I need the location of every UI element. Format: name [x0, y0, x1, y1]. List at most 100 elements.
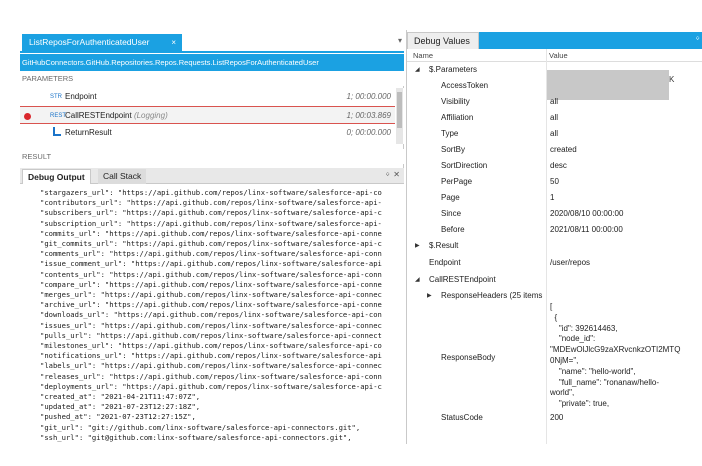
tree-node-responsebody[interactable]: ResponseBody [407, 350, 702, 366]
output-line: "contents_url": "https://api.github.com/… [40, 269, 382, 279]
document-tab[interactable]: ListReposForAuthenticatedUser × [22, 34, 182, 51]
node-label: $.Result [429, 241, 459, 250]
step-label: CallRESTEndpoint [65, 111, 132, 120]
steps-scrollbar-thumb[interactable] [397, 92, 402, 128]
output-line: "stargazers_url": "https://api.github.co… [40, 188, 382, 197]
node-label: $.Parameters [429, 65, 478, 74]
param-row-visibility[interactable]: Visibility all [407, 94, 702, 110]
debug-values-pane: Debug Values ᛜ Name Value ◢ $.Parameters… [406, 30, 702, 444]
param-value: all [550, 97, 559, 106]
param-value: 2021/08/11 00:00:00 [550, 225, 623, 234]
tab-underline [20, 51, 404, 53]
param-row-perpage[interactable]: PerPage 50 [407, 174, 702, 190]
debug-tabstrip: Debug Output Call Stack ᛜ ✕ [20, 168, 404, 184]
tree-node-callrestendpoint[interactable]: ◢ CallRESTEndpoint [407, 272, 702, 288]
output-line: "git_commits_url": "https://api.github.c… [40, 239, 382, 249]
step-label: Endpoint [65, 92, 97, 101]
output-line: "pushed_at": "2021-07-23T12:27:15Z", [40, 412, 196, 422]
column-header-value[interactable]: Value [549, 49, 568, 62]
node-value: 200 [550, 413, 564, 422]
param-name: Page [441, 193, 460, 202]
param-name: PerPage [441, 177, 473, 186]
collapsed-caret-icon[interactable]: ▶ [415, 238, 420, 254]
pin-icon[interactable]: ᛜ [385, 170, 390, 179]
string-type-icon: STR [50, 94, 62, 100]
logging-tag: (Logging) [133, 111, 168, 120]
step-time: 0; 00:00.000 [346, 128, 391, 137]
output-line: "compare_url": "https://api.github.com/r… [40, 279, 382, 289]
step-time: 1; 00:00.000 [346, 92, 391, 101]
tab-call-stack[interactable]: Call Stack [98, 169, 147, 184]
breakpoint-icon[interactable] [24, 113, 31, 120]
param-name: AccessToken [441, 81, 489, 90]
close-icon[interactable]: × [171, 34, 176, 51]
output-line: "deployments_url": "https://api.github.c… [40, 381, 382, 391]
tab-debug-output[interactable]: Debug Output [22, 169, 91, 184]
tree-node-statuscode[interactable]: StatusCode 200 [407, 410, 702, 426]
node-value: /user/repos [550, 258, 591, 267]
expanded-caret-icon[interactable]: ◢ [415, 272, 420, 288]
output-line: "pulls_url": "https://api.github.com/rep… [40, 330, 382, 340]
output-line: "comments_url": "https://api.github.com/… [40, 249, 382, 259]
output-line: "merges_url": "https://api.github.com/re… [40, 290, 382, 300]
expanded-caret-icon[interactable]: ◢ [415, 62, 420, 78]
param-value: desc [550, 161, 567, 170]
node-label: Endpoint [429, 258, 461, 267]
document-tabstrip: ListReposForAuthenticatedUser × ▾ [20, 30, 404, 54]
step-row-returnresult[interactable]: ReturnResult 0; 00:00.000 [20, 124, 395, 142]
node-label: StatusCode [441, 413, 483, 422]
debug-output-text: "stargazers_url": "https://api.github.co… [40, 188, 400, 444]
output-line: "archive_url": "https://api.github.com/r… [40, 300, 382, 310]
pin-icon[interactable]: ᛜ [695, 34, 700, 43]
param-row-sortby[interactable]: SortBy created [407, 142, 702, 158]
node-label: CallRESTEndpoint [429, 275, 496, 284]
function-path-bar: GitHubConnectors.GitHub.Repositories.Rep… [20, 54, 404, 71]
param-value: all [550, 129, 559, 138]
tree-node-result[interactable]: ▶ $.Result [407, 238, 702, 254]
param-value: 1 [550, 193, 555, 202]
designer-pane: ListReposForAuthenticatedUser × ▾ GitHub… [20, 30, 404, 444]
param-name: Type [441, 129, 459, 138]
param-name: Affiliation [441, 113, 474, 122]
node-label: ResponseHeaders (25 items [441, 291, 543, 300]
param-value: 2020/08/10 00:00:00 [550, 209, 624, 218]
output-line: "subscription_url": "https://api.github.… [40, 218, 382, 228]
steps-list: STR Endpoint 1; 00:00.000 REST CallRESTE… [20, 88, 404, 144]
step-row-endpoint[interactable]: STR Endpoint 1; 00:00.000 [20, 88, 395, 106]
step-label: ReturnResult [65, 128, 112, 137]
debug-values-titlebar: ᛜ [479, 32, 702, 49]
return-result-icon [53, 127, 61, 136]
param-row-type[interactable]: Type all [407, 126, 702, 142]
document-tab-title: ListReposForAuthenticatedUser [29, 37, 150, 47]
output-line: "contributors_url": "https://api.github.… [40, 198, 382, 208]
output-line: "git_url": "git://github.com/linx-softwa… [40, 422, 361, 432]
column-header-name[interactable]: Name [413, 49, 433, 62]
tab-list-dropdown-icon[interactable]: ▾ [398, 36, 402, 45]
output-line: "clone_url": "https://github.com/linx-so… [40, 443, 400, 444]
param-row-accesstoken[interactable]: AccessToken [407, 78, 702, 94]
close-icon[interactable]: ✕ [393, 170, 400, 179]
output-line: "notifications_url": "https://api.github… [40, 351, 382, 361]
step-row-callrestendpoint[interactable]: REST CallRESTEndpoint (Logging) 1; 00:03… [20, 106, 395, 124]
param-row-affiliation[interactable]: Affiliation all [407, 110, 702, 126]
collapsed-caret-icon[interactable]: ▶ [427, 288, 432, 304]
param-name: Since [441, 209, 462, 218]
param-name: SortBy [441, 145, 466, 154]
output-line: "commits_url": "https://api.github.com/r… [40, 228, 382, 238]
param-row-since[interactable]: Since 2020/08/10 00:00:00 [407, 206, 702, 222]
result-section-label: RESULT [20, 149, 404, 164]
output-line: "created_at": "2021-04-21T11:47:07Z", [40, 392, 201, 402]
param-row-sortdirection[interactable]: SortDirection desc [407, 158, 702, 174]
output-line: "issue_comment_url": "https://api.github… [40, 259, 382, 269]
output-line: "releases_url": "https://api.github.com/… [40, 371, 382, 381]
debug-values-header: Name Value [407, 49, 702, 62]
param-value: all [550, 113, 559, 122]
param-name: SortDirection [441, 161, 488, 170]
tab-debug-values[interactable]: Debug Values [407, 32, 479, 49]
param-value: 50 [550, 177, 559, 186]
tree-node-endpoint[interactable]: Endpoint /user/repos [407, 255, 702, 271]
param-row-page[interactable]: Page 1 [407, 190, 702, 206]
param-row-before[interactable]: Before 2021/08/11 00:00:00 [407, 222, 702, 238]
output-line: "subscribers_url": "https://api.github.c… [40, 208, 382, 218]
step-label-group: CallRESTEndpoint (Logging) [65, 107, 168, 125]
